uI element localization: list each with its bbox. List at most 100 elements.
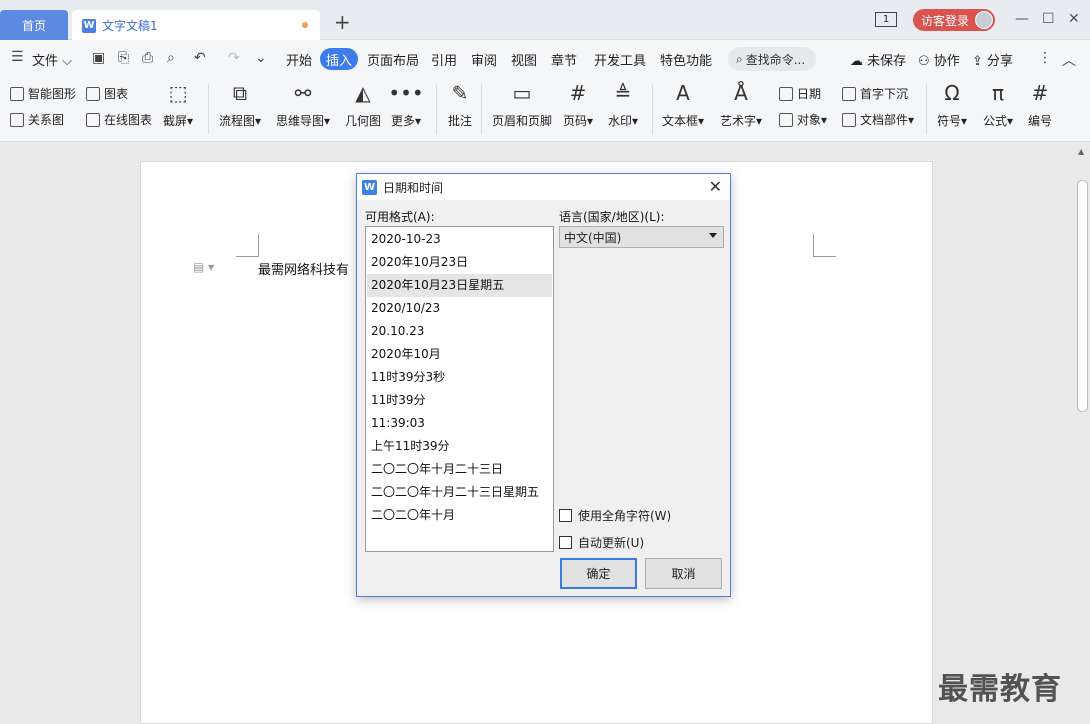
object-button[interactable]: 对象 ▾ (779, 111, 827, 128)
date-button[interactable]: 日期 (779, 85, 821, 102)
cancel-button[interactable]: 取消 (645, 558, 722, 589)
menu-view[interactable]: 视图 (511, 50, 537, 69)
collab-button[interactable]: ⚇ 协作 (918, 50, 960, 69)
writer-icon: W (82, 18, 96, 33)
list-item[interactable]: 2020/10/23 (367, 297, 552, 320)
print-preview-icon[interactable]: ⌕ (167, 50, 175, 66)
flowchart-icon: ⧉ (232, 81, 248, 105)
textbox-button[interactable]: A 文本框▾ (662, 80, 704, 129)
mindmap-button[interactable]: ⚯ 思维导图▾ (276, 80, 330, 129)
dialog-title-bar: W 日期和时间 ✕ (357, 174, 730, 200)
login-button[interactable]: 访客登录 (913, 9, 995, 31)
list-item[interactable]: 11时39分3秒 (367, 366, 552, 389)
print-icon[interactable]: ⎙ (142, 50, 153, 66)
numbering-button[interactable]: # 编号 (1027, 80, 1053, 129)
flowchart-button[interactable]: ⧉ 流程图▾ (219, 80, 261, 129)
chart-button[interactable]: 图表 (86, 85, 128, 102)
online-chart-button[interactable]: 在线图表 (86, 111, 152, 128)
symbol-button[interactable]: Ω 符号▾ (937, 80, 967, 129)
close-window-button[interactable]: ✕ (1068, 11, 1080, 27)
save-icon[interactable]: ▣ (92, 50, 105, 66)
tab-home[interactable]: 首页 (0, 10, 68, 40)
list-item[interactable]: 2020年10月23日星期五 (367, 274, 552, 297)
collapse-ribbon-icon[interactable]: ︿ (1062, 50, 1076, 70)
autoupdate-checkbox[interactable]: 自动更新(U) (559, 534, 644, 551)
checkbox-box[interactable] (559, 536, 572, 549)
calendar-icon (779, 86, 793, 101)
dropcap-icon (842, 86, 856, 101)
menu-layout[interactable]: 页面布局 (367, 50, 419, 69)
relation-button[interactable]: 关系图 (10, 111, 64, 128)
header-footer-icon: ▭ (512, 81, 532, 105)
doc-parts-icon (842, 112, 856, 127)
list-item[interactable]: 2020-10-23 (367, 228, 552, 251)
formats-listbox[interactable]: 2020-10-23 2020年10月23日 2020年10月23日星期五 20… (365, 226, 554, 552)
screenshot-button[interactable]: ⬚ 截屏▾ (163, 80, 193, 129)
pi-icon: π (991, 81, 1005, 105)
omega-icon: Ω (944, 81, 960, 105)
add-tab-button[interactable]: + (334, 12, 351, 32)
list-item[interactable]: 11时39分 (367, 389, 552, 412)
login-label: 访客登录 (921, 13, 970, 28)
page-indicator[interactable]: 1 (875, 12, 897, 27)
menu-devtools[interactable]: 开发工具 (594, 50, 646, 69)
margin-corner (813, 234, 836, 257)
menu-file[interactable]: 文件 ⌵ (32, 50, 72, 69)
list-item[interactable]: 二〇二〇年十月 (367, 504, 552, 527)
watermark-logo: 最需教育 (938, 672, 1062, 707)
list-item[interactable]: 上午11时39分 (367, 435, 552, 458)
export-icon[interactable]: ⎘ (118, 50, 129, 66)
page-number-button[interactable]: # 页码▾ (563, 80, 593, 129)
hamburger-icon[interactable]: ☰ (11, 49, 24, 65)
customize-icon[interactable]: ⌄ (255, 50, 267, 66)
checkbox-box[interactable] (559, 509, 572, 522)
margin-corner (236, 234, 259, 257)
list-item[interactable]: 二〇二〇年十月二十三日 (367, 458, 552, 481)
geometry-button[interactable]: ◭ 几何图 (345, 80, 381, 129)
list-item[interactable]: 20.10.23 (367, 320, 552, 343)
list-item[interactable]: 二〇二〇年十月二十三日星期五 (367, 481, 552, 504)
watermark-button[interactable]: ≜ 水印▾ (608, 80, 638, 129)
share-button[interactable]: ⇪ 分享 (972, 50, 1013, 69)
paragraph-icon[interactable]: ▤ ▾ (193, 260, 214, 274)
menu-review[interactable]: 审阅 (471, 50, 497, 69)
redo-icon[interactable]: ↷ (228, 50, 240, 66)
command-search[interactable]: ⌕ 查找命令... (728, 47, 816, 71)
minimize-button[interactable]: — (1015, 11, 1029, 27)
dialog-close-button[interactable]: ✕ (709, 177, 722, 196)
menu-references[interactable]: 引用 (431, 50, 457, 69)
smart-shape-button[interactable]: 智能图形 (10, 85, 76, 102)
formula-button[interactable]: π 公式▾ (983, 80, 1013, 129)
wordart-button[interactable]: Å 艺术字▾ (720, 80, 762, 129)
more-menu-icon[interactable]: ⋮ (1038, 50, 1052, 66)
menu-chapter[interactable]: 章节 (551, 50, 577, 69)
comment-button[interactable]: ✎ 批注 (447, 80, 473, 129)
undo-icon[interactable]: ↶ (194, 50, 206, 66)
ribbon-separator (652, 84, 653, 134)
list-item[interactable]: 2020年10月23日 (367, 251, 552, 274)
doc-parts-button[interactable]: 文档部件 ▾ (842, 111, 914, 128)
unsaved-button[interactable]: ☁ 未保存 (850, 50, 906, 69)
geometry-icon: ◭ (355, 81, 371, 105)
language-value: 中文(中国) (564, 230, 622, 245)
menu-start[interactable]: 开始 (286, 50, 312, 69)
document-text[interactable]: 最需网络科技有 (258, 259, 349, 278)
fullwidth-checkbox[interactable]: 使用全角字符(W) (559, 507, 671, 524)
menu-features[interactable]: 特色功能 (660, 50, 712, 69)
scroll-thumb[interactable] (1077, 180, 1088, 412)
list-item[interactable]: 11:39:03 (367, 412, 552, 435)
dropcap-button[interactable]: 首字下沉 (842, 85, 908, 102)
comment-icon: ✎ (451, 81, 469, 105)
more-button[interactable]: ••• 更多▾ (388, 80, 423, 129)
list-item[interactable]: 2020年10月 (367, 343, 552, 366)
mindmap-icon: ⚯ (294, 81, 312, 105)
ok-button[interactable]: 确定 (560, 558, 637, 589)
object-icon (779, 112, 793, 127)
tab-document[interactable]: W 文字文稿1 (72, 10, 320, 41)
header-footer-button[interactable]: ▭ 页眉和页脚 (492, 80, 552, 129)
language-select[interactable]: 中文(中国) (559, 226, 724, 248)
scroll-up-icon[interactable]: ▲ (1078, 147, 1084, 156)
menu-insert[interactable]: 插入 (320, 48, 358, 70)
maximize-button[interactable]: ☐ (1042, 11, 1055, 27)
ribbon-separator (926, 84, 927, 134)
